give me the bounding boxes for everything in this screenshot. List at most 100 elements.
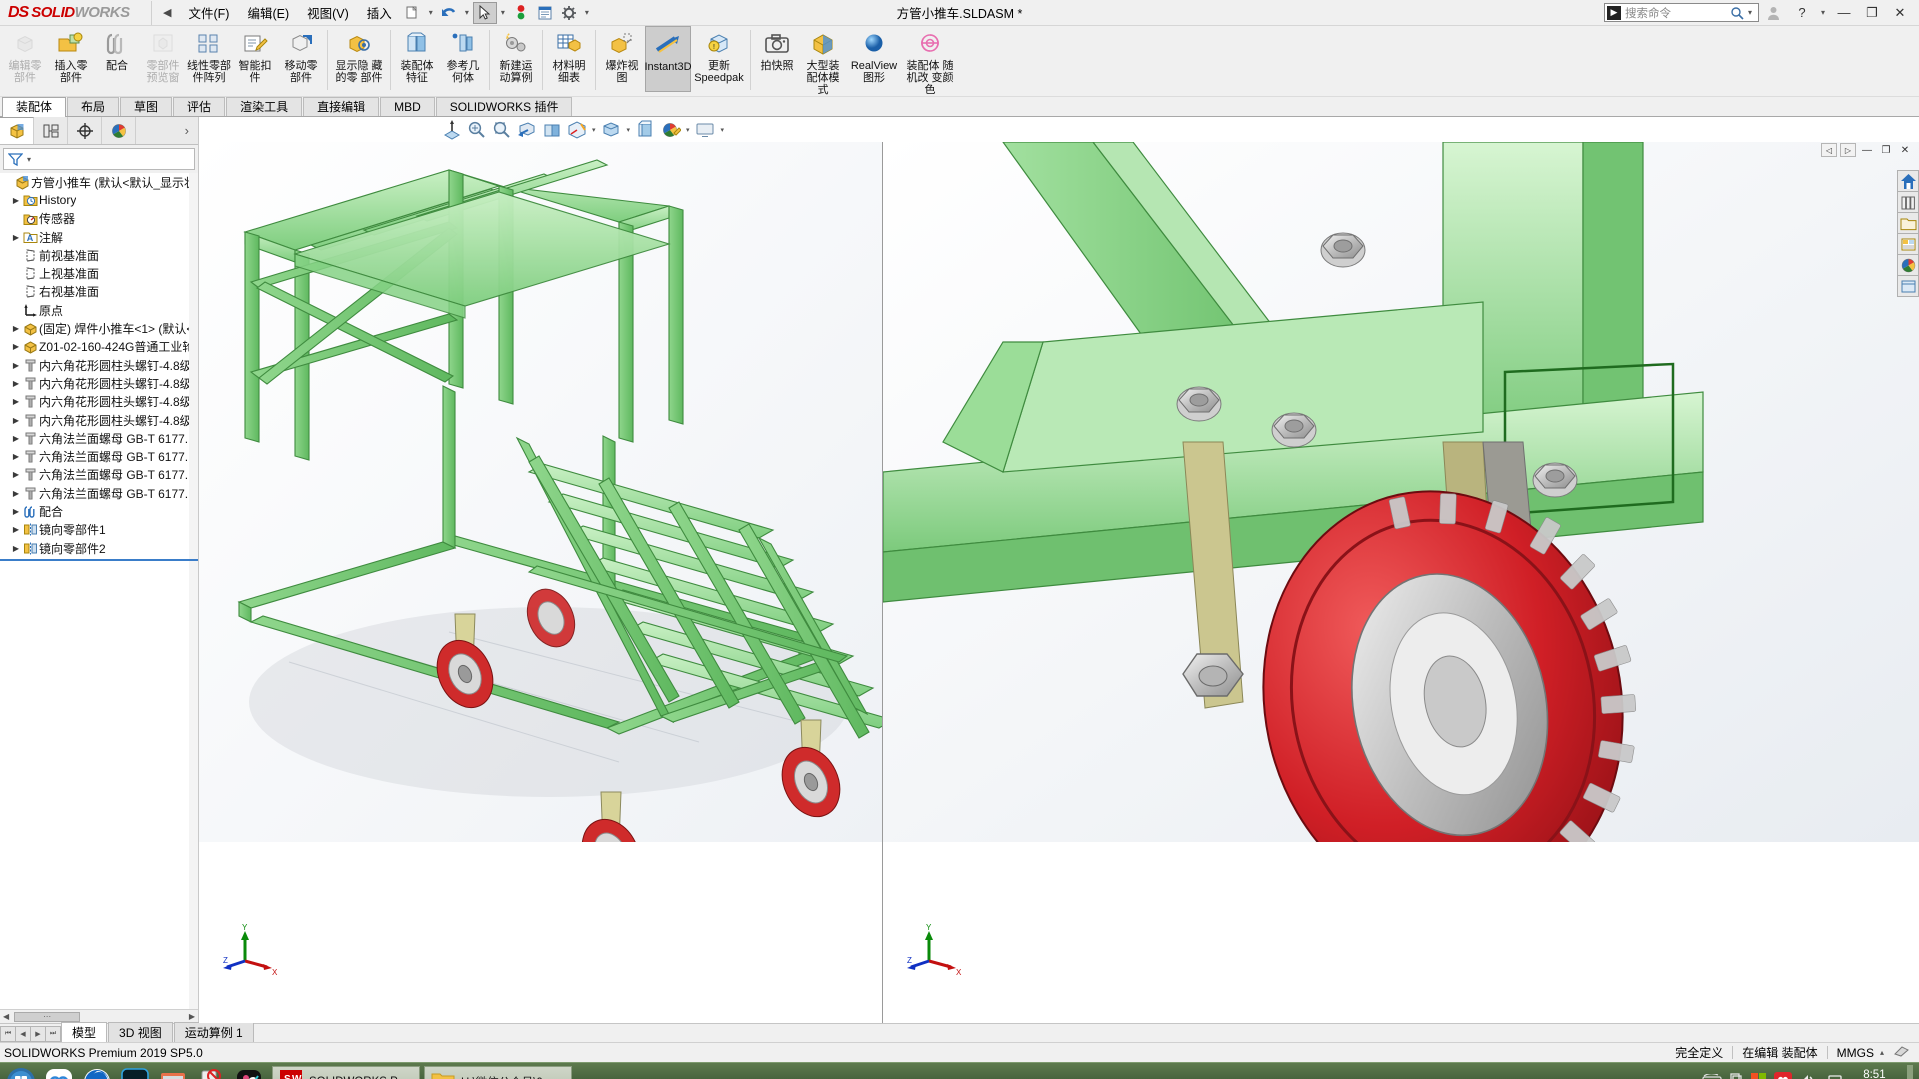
- tree-item[interactable]: 原点: [0, 301, 198, 319]
- viewport-minimize-button[interactable]: —: [1859, 143, 1875, 157]
- tree-expand-arrow-icon[interactable]: ▶: [10, 324, 22, 333]
- custom-properties-icon[interactable]: [1897, 275, 1919, 297]
- ribbon-show-hidden-components[interactable]: 显示隐 藏的零 部件: [331, 26, 387, 92]
- status-units-caret-icon[interactable]: ▴: [1874, 1048, 1884, 1057]
- options-gear-icon[interactable]: [557, 2, 581, 24]
- panel-expand-chevron-icon[interactable]: ›: [185, 123, 198, 138]
- apply-scene-icon[interactable]: [658, 119, 683, 141]
- minimize-button[interactable]: —: [1831, 3, 1857, 23]
- taskbar-window-solidworks[interactable]: SW2019 SOLIDWORKS P...: [272, 1066, 420, 1079]
- ribbon-linear-pattern[interactable]: 线性零部 件阵列: [186, 26, 232, 92]
- status-overlay-icon[interactable]: [1884, 1045, 1919, 1061]
- design-library-icon[interactable]: [1897, 191, 1919, 213]
- app-icon-blue-flower[interactable]: [40, 1064, 78, 1079]
- menu-edit[interactable]: 编辑(E): [238, 0, 298, 25]
- edit-appearance-icon[interactable]: [633, 119, 658, 141]
- status-units[interactable]: MMGS: [1837, 1046, 1874, 1060]
- tree-item[interactable]: 方管小推车 (默认<默认_显示状态-1>): [0, 173, 198, 191]
- ribbon-random-color[interactable]: 装配体 随机改 变颜色: [902, 26, 958, 96]
- ribbon-update-speedpak[interactable]: ! 更新 Speedpak: [691, 26, 747, 92]
- volume-icon[interactable]: [1799, 1073, 1817, 1079]
- tree-item[interactable]: ▶ 六角法兰面螺母 GB-T 6177.1-2000: [0, 466, 198, 484]
- ribbon-exploded-view[interactable]: 爆炸视 图: [599, 26, 645, 92]
- viewport-right-detail[interactable]: Y X Z ◁ ▷ — ❐ ✕: [883, 142, 1919, 1023]
- hide-show-items-icon[interactable]: [599, 119, 624, 141]
- display-manager-tab[interactable]: [102, 117, 136, 144]
- show-hidden-icons-icon[interactable]: [1729, 1072, 1743, 1079]
- ribbon-move-component[interactable]: 移动零 部件: [278, 26, 324, 92]
- undo-icon[interactable]: [437, 2, 461, 24]
- view-settings-caret-icon[interactable]: ▾: [718, 126, 728, 134]
- taskbar-window-explorer[interactable]: H:\微信公众号\0...: [424, 1066, 572, 1079]
- windows-defender-icon[interactable]: [1750, 1072, 1767, 1079]
- home-icon[interactable]: [1897, 170, 1919, 192]
- command-tab-5[interactable]: 直接编辑: [303, 97, 380, 116]
- tree-expand-arrow-icon[interactable]: ▶: [10, 196, 22, 205]
- app-icon-folder-red[interactable]: [154, 1064, 192, 1079]
- new-document-caret-icon[interactable]: ▾: [425, 8, 437, 17]
- command-tab-7[interactable]: SOLIDWORKS 插件: [435, 97, 573, 116]
- command-tab-1[interactable]: 布局: [67, 97, 120, 116]
- section-view-icon[interactable]: [514, 119, 539, 141]
- rebuild-icon[interactable]: [509, 2, 533, 24]
- nav-prev-button[interactable]: ◀: [15, 1026, 31, 1042]
- tree-expand-arrow-icon[interactable]: ▶: [10, 434, 22, 443]
- view-settings-icon[interactable]: [693, 119, 718, 141]
- tree-expand-arrow-icon[interactable]: ▶: [10, 525, 22, 534]
- scroll-right-icon[interactable]: ▶: [186, 1012, 198, 1021]
- app-icon-snip[interactable]: [192, 1064, 230, 1079]
- viewport-next-button[interactable]: ▷: [1840, 143, 1856, 157]
- tree-expand-arrow-icon[interactable]: ▶: [10, 342, 22, 351]
- feature-tree[interactable]: 方管小推车 (默认<默认_显示状态-1>) ▶ History 传感器 ▶ A 注解前视基准…: [0, 173, 198, 1009]
- ribbon-new-motion-study[interactable]: 新建运 动算例: [493, 26, 539, 92]
- tree-expand-arrow-icon[interactable]: ▶: [10, 452, 22, 461]
- tree-item[interactable]: ▶ Z01-02-160-424G普通工业轮[Z01-: [0, 338, 198, 356]
- tree-expand-arrow-icon[interactable]: ▶: [10, 489, 22, 498]
- zoom-to-area-icon[interactable]: [464, 119, 489, 141]
- tree-expand-arrow-icon[interactable]: ▶: [10, 361, 22, 370]
- ribbon-instant3d[interactable]: Instant3D: [644, 26, 692, 92]
- view-palette-icon[interactable]: [1897, 233, 1919, 255]
- display-style-caret-icon[interactable]: ▾: [589, 126, 599, 134]
- help-caret-icon[interactable]: ▾: [1817, 8, 1829, 17]
- ribbon-take-snapshot[interactable]: 拍快照: [754, 26, 800, 92]
- configuration-manager-tab[interactable]: [68, 117, 102, 144]
- help-button[interactable]: ?: [1789, 3, 1815, 23]
- viewport-prev-button[interactable]: ◁: [1821, 143, 1837, 157]
- tree-item[interactable]: ▶ 内六角花形圆柱头螺钉-4.8级 GB 61: [0, 356, 198, 374]
- nav-next-button[interactable]: ▶: [30, 1026, 46, 1042]
- ribbon-assembly-features[interactable]: 装配体 特征: [394, 26, 440, 92]
- menu-insert[interactable]: 插入: [358, 0, 401, 25]
- ribbon-mate[interactable]: 配合: [94, 26, 140, 92]
- search-input[interactable]: ▶ 搜索命令 ▾: [1603, 3, 1759, 22]
- show-desktop-button[interactable]: [1907, 1065, 1913, 1079]
- command-tab-6[interactable]: MBD: [380, 97, 435, 116]
- tree-item[interactable]: ▶ 六角法兰面螺母 GB-T 6177.1-2000: [0, 429, 198, 447]
- restore-button[interactable]: ❐: [1859, 3, 1885, 23]
- tree-horizontal-scrollbar[interactable]: ◀ ⋯ ▶: [0, 1009, 198, 1023]
- filter-caret-icon[interactable]: ▾: [23, 155, 35, 164]
- display-style-icon[interactable]: [564, 119, 589, 141]
- tree-item[interactable]: 上视基准面: [0, 264, 198, 282]
- feature-tree-filter[interactable]: ▾: [3, 148, 195, 170]
- previous-view-icon[interactable]: [489, 119, 514, 141]
- zoom-to-fit-icon[interactable]: [439, 119, 464, 141]
- tree-expand-arrow-icon[interactable]: ▶: [10, 544, 22, 553]
- tree-item[interactable]: ▶ 六角法兰面螺母 GB-T 6177.1-2000: [0, 484, 198, 502]
- appearances-icon[interactable]: [1897, 254, 1919, 276]
- tree-item[interactable]: 传感器: [0, 210, 198, 228]
- nav-last-button[interactable]: ⏭: [45, 1026, 61, 1042]
- app-icon-ok[interactable]: [230, 1064, 268, 1079]
- command-tab-4[interactable]: 渲染工具: [226, 97, 303, 116]
- select-caret-icon[interactable]: ▾: [497, 8, 509, 17]
- tree-item[interactable]: ▶ A 注解: [0, 228, 198, 246]
- command-tab-3[interactable]: 评估: [173, 97, 226, 116]
- bottom-tab-2[interactable]: 运动算例 1: [173, 1022, 254, 1042]
- tree-expand-arrow-icon[interactable]: ▶: [10, 470, 22, 479]
- viewport-close-button[interactable]: ✕: [1897, 143, 1913, 157]
- tree-item[interactable]: 右视基准面: [0, 283, 198, 301]
- taskbar-clock[interactable]: 8:51 2023/1/12: [1849, 1068, 1900, 1079]
- tree-item[interactable]: ▶ 内六角花形圆柱头螺钉-4.8级 GB 61: [0, 374, 198, 392]
- tree-item[interactable]: ▶ 配合: [0, 502, 198, 520]
- menu-file[interactable]: 文件(F): [179, 0, 238, 25]
